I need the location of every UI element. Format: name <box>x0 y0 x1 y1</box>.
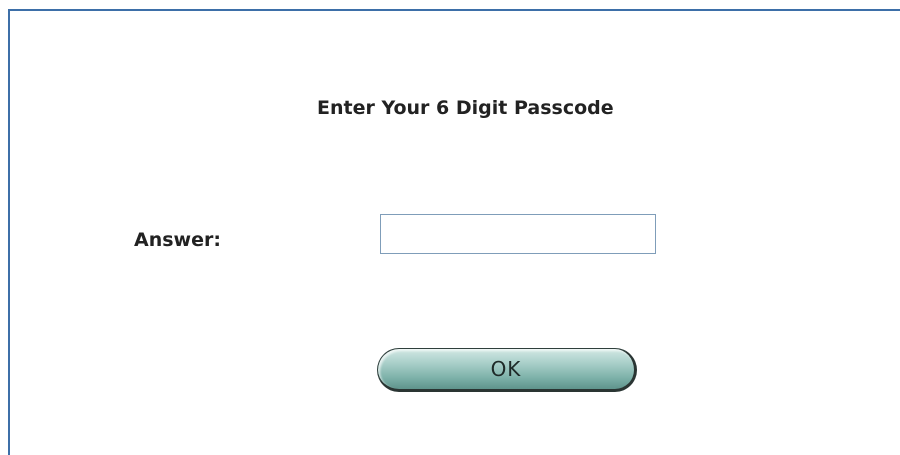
answer-label: Answer: <box>134 229 221 251</box>
answer-input[interactable] <box>380 214 656 254</box>
page-title: Enter Your 6 Digit Passcode <box>317 97 614 119</box>
ok-button[interactable]: OK <box>377 348 637 392</box>
